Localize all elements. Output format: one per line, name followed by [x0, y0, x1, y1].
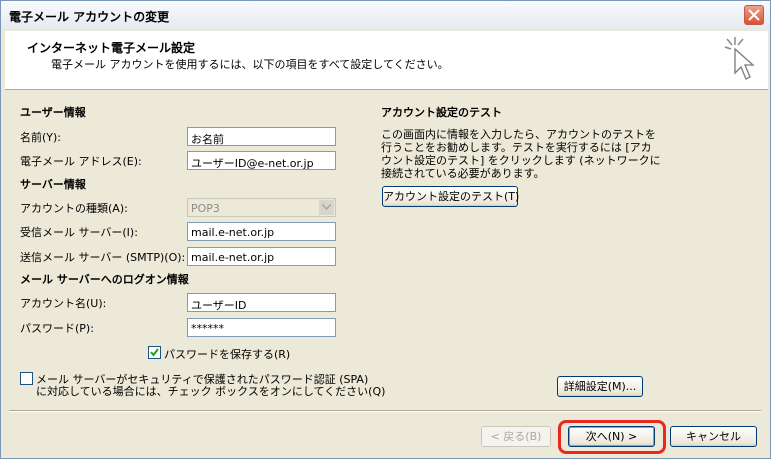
outgoing-server-input[interactable]: mail.e-net.or.jp [187, 247, 336, 266]
dialog-window: 電子メール アカウントの変更 インターネット電子メール設定 電子メール アカウン… [0, 0, 771, 459]
advanced-settings-button[interactable]: 詳細設定(M)... [557, 376, 643, 397]
save-password-checkbox[interactable] [148, 346, 161, 359]
test-account-button[interactable]: アカウント設定のテスト(T) [382, 186, 519, 207]
user-info-heading: ユーザー情報 [20, 106, 86, 119]
email-input[interactable]: ユーザーID@e-net.or.jp [187, 151, 336, 170]
cancel-button[interactable]: キャンセル [670, 426, 757, 447]
test-heading: アカウント設定のテスト [381, 106, 502, 119]
wizard-header: インターネット電子メール設定 電子メール アカウントを使用するには、以下の項目を… [5, 31, 768, 90]
email-label: 電子メール アドレス(E): [20, 155, 142, 168]
account-type-value: POP3 [191, 202, 220, 215]
incoming-server-input[interactable]: mail.e-net.or.jp [187, 222, 336, 241]
account-name-input[interactable]: ユーザーID [187, 293, 336, 312]
close-button[interactable] [744, 5, 764, 25]
incoming-server-label: 受信メール サーバー(I): [20, 226, 138, 239]
outgoing-server-label: 送信メール サーバー (SMTP)(O): [20, 251, 186, 264]
spa-label-line2[interactable]: に対応している場合には、チェック ボックスをオンにしてください(Q) [36, 383, 385, 399]
logon-info-heading: メール サーバーへのログオン情報 [20, 273, 189, 286]
checkmark-icon [150, 348, 159, 357]
page-subtitle: 電子メール アカウントを使用するには、以下の項目をすべて設定してください。 [51, 58, 449, 71]
title-bar: 電子メール アカウントの変更 [1, 1, 770, 30]
password-label: パスワード(P): [20, 322, 94, 335]
close-icon [748, 9, 760, 21]
spa-checkbox[interactable] [20, 372, 33, 385]
cursor-sparkle-icon [724, 37, 755, 80]
test-description: この画面内に情報を入力したら、アカウントのテストを行うことをお勧めします。テスト… [381, 128, 661, 180]
account-name-label: アカウント名(U): [20, 297, 107, 310]
account-type-label: アカウントの種類(A): [20, 202, 128, 215]
name-input[interactable]: お名前 [187, 127, 336, 146]
chevron-down-icon [322, 204, 331, 210]
account-type-select: POP3 [187, 198, 336, 217]
footer-divider [9, 410, 761, 412]
password-input[interactable]: ****** [187, 318, 336, 337]
back-button[interactable]: < 戻る(B) [481, 426, 551, 447]
next-button-highlight [558, 420, 666, 454]
server-info-heading: サーバー情報 [20, 178, 86, 191]
page-title: インターネット電子メール設定 [27, 41, 196, 55]
save-password-label[interactable]: パスワードを保存する(R) [164, 346, 290, 362]
name-label: 名前(Y): [20, 131, 62, 144]
window-title: 電子メール アカウントの変更 [9, 10, 170, 24]
dropdown-button [319, 200, 334, 215]
